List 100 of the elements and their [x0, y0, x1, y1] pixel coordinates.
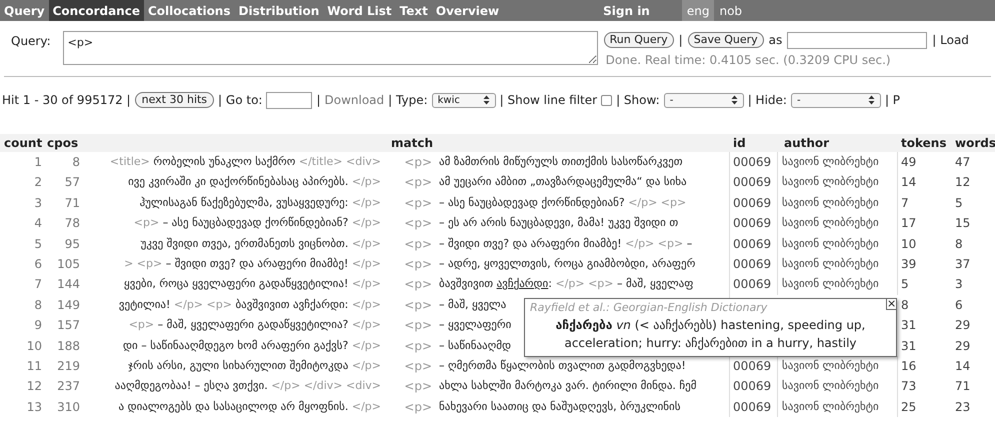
hide-select[interactable]: - — [790, 92, 881, 108]
next-hits-button[interactable]: next 30 hits — [134, 92, 214, 108]
column-header[interactable]: words — [952, 134, 995, 152]
left-context: ყვები, როცა ყველაფერი გადაწყვეტილია! </p> — [123, 276, 382, 292]
id-cell: 00069 — [730, 192, 778, 214]
match-cell-text: <p> — [403, 236, 433, 253]
line-filter-checkbox[interactable] — [601, 94, 612, 106]
left-context: <title> რობელის უნაკლო საქმრო </title> <div> — [108, 154, 382, 170]
tokens-cell-text: 49 — [900, 154, 918, 171]
column-header[interactable]: id — [730, 134, 778, 152]
match-cell-text: <p> — [403, 256, 433, 274]
match-cell-text: <p> — [403, 296, 433, 314]
column-header[interactable]: count — [0, 134, 46, 152]
close-button[interactable]: × — [886, 298, 897, 310]
count-cell-text: 3 — [33, 194, 43, 212]
match-cell-text: <p> — [403, 378, 433, 396]
query-status: Done. Real time: 0.4105 sec. (0.3209 CPU sec.) — [606, 52, 892, 69]
as-label: as — [768, 32, 782, 49]
count-cell-text: 5 — [33, 236, 43, 253]
nav-tab[interactable]: Concordance — [48, 0, 144, 21]
query-label: Query: — [11, 33, 51, 50]
id-cell: 00069 — [730, 234, 778, 254]
id-cell: 00069 — [730, 274, 778, 295]
show-select[interactable]: - — [664, 92, 744, 108]
tokens-cell-text: 5 — [900, 276, 910, 294]
words-cell-text: 5 — [954, 194, 964, 212]
language-option[interactable]: nob — [714, 0, 748, 21]
type-select[interactable]: kwic — [432, 92, 496, 108]
cpos-cell-text: 95 — [64, 236, 81, 253]
run-query-button[interactable]: Run Query — [604, 32, 674, 48]
tokens-cell-text: 17 — [900, 215, 918, 232]
nav-tab[interactable]: Distribution — [234, 0, 324, 21]
tokens-cell-text: 14 — [900, 174, 918, 192]
tokens-cell-text: 31 — [900, 338, 918, 355]
author-cell: სავიონ ლიბრეხტი — [778, 234, 898, 254]
count-cell-text: 11 — [26, 358, 43, 376]
words-cell-text: 15 — [954, 215, 972, 232]
nav-tab[interactable]: Overview — [432, 0, 504, 21]
column-header[interactable]: match — [385, 134, 435, 152]
author-cell: სავიონ ლიბრეხტი — [778, 192, 898, 214]
cpos-cell-text: 71 — [64, 194, 81, 212]
count-cell-text: 8 — [33, 296, 43, 314]
column-header[interactable]: author — [778, 134, 898, 152]
hit-count: Hit 1 - 30 of 995172 | — [2, 92, 131, 109]
tokens-cell-text: 10 — [900, 236, 918, 253]
right-context: ახლა სახლში მარტოკა ვარ. ტირილი მინდა. ჩემ — [435, 376, 730, 397]
count-cell-text: 4 — [33, 215, 43, 232]
words-cell-text: 37 — [954, 256, 972, 274]
load-link[interactable]: | Load — [932, 31, 969, 49]
left-context: ივე კვირაში კი დაქორწინებასაც აპირებს. </p> — [127, 174, 382, 190]
cpos-cell-text: 144 — [56, 276, 81, 294]
count-cell-text: 13 — [26, 398, 43, 416]
match-cell-text: <p> — [403, 154, 433, 171]
query-name-input[interactable] — [787, 32, 928, 48]
author-cell: სავიონ ლიბრეხტი — [778, 396, 898, 418]
show-label: | Show: — [616, 92, 660, 109]
tokens-cell-text: 73 — [900, 378, 918, 396]
right-context: ბავშვივით ავჩქარდი: </p> <p> – მაშ, ყველაფ — [435, 274, 730, 295]
stepper-icon — [482, 95, 490, 105]
count-cell-text: 6 — [33, 256, 43, 274]
id-cell: 00069 — [730, 213, 778, 234]
cut-label: | P — [884, 92, 900, 109]
cpos-cell-text: 157 — [56, 317, 81, 334]
right-context: – ასე ნაუცბადევად ქორწინდებიან? </p> <p> — [435, 192, 730, 214]
sign-in-link[interactable]: Sign in — [599, 2, 654, 20]
nav-tab[interactable]: Word List — [323, 0, 396, 21]
author-cell: სავიონ ლიბრეხტი — [778, 213, 898, 234]
match-cell-text: <p> — [403, 194, 433, 212]
match-cell-text: <p> — [403, 276, 433, 294]
goto-label: | Go to: — [218, 92, 262, 109]
author-cell: სავიონ ლიბრეხტი — [778, 254, 898, 274]
left-context: ჰულისაგან წაქეზებულმა, ვუსაყვედურე: </p> — [138, 194, 382, 211]
left-context: <p> – ასე ნაუცბადევად ქორწინდებიან? </p> — [132, 215, 382, 232]
column-header[interactable]: cpos — [46, 134, 83, 152]
words-cell-text: 47 — [954, 154, 972, 171]
stepper-icon — [730, 95, 738, 105]
author-cell: სავიონ ლიბრეხტი — [778, 376, 898, 397]
separator: | — [678, 32, 683, 49]
words-cell-text: 8 — [954, 236, 964, 253]
right-context: ამ ზამთრის მიწურულს თითქმის სასოწარკვეთ — [435, 152, 730, 172]
goto-input[interactable] — [266, 92, 312, 108]
cpos-cell-text: 188 — [56, 338, 81, 355]
column-header[interactable]: tokens — [898, 134, 952, 152]
words-cell-text: 23 — [954, 398, 972, 416]
nav-tab[interactable]: Collocations — [144, 0, 234, 21]
separator: | — [316, 92, 320, 109]
right-context: – ადრე, ყოველთვის, როცა გიამბობდი, არაფერ — [435, 254, 730, 274]
nav-tab[interactable]: Text — [396, 0, 432, 21]
count-cell-text: 9 — [33, 317, 43, 334]
query-input[interactable]: <p> — [62, 31, 598, 65]
match-cell-text: <p> — [403, 215, 433, 232]
save-query-button[interactable]: Save Query — [688, 32, 764, 48]
nav-tab[interactable]: Query — [0, 0, 49, 21]
download-link[interactable]: Download — [324, 91, 384, 109]
right-context: – შვიდი თვე? და არაფერი მიამბე! </p> <p> – — [435, 234, 730, 254]
words-cell-text: 29 — [954, 317, 972, 334]
words-cell-text: 6 — [954, 296, 964, 314]
right-context: ნახევარი საათიც და ნაშუადღევს, ბრუკლინის — [435, 396, 730, 418]
tokens-cell-text: 7 — [900, 194, 910, 212]
left-context: ჯრის არსი, გული სიხარულით შემიტოკდა </p> — [127, 358, 382, 374]
